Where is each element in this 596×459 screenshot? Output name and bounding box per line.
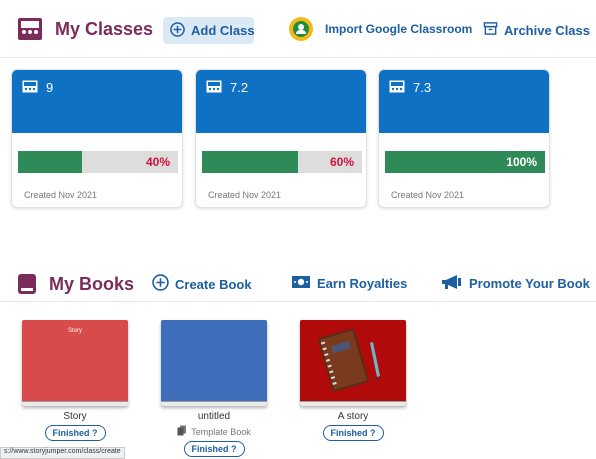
progress-bar: 100% (385, 151, 545, 173)
created-date: Created Nov 2021 (391, 190, 465, 200)
created-date: Created Nov 2021 (208, 190, 282, 200)
progress-bar: 40% (18, 151, 178, 173)
class-name: 7.2 (230, 80, 249, 95)
book-item[interactable]: Story Story Finished ? (20, 320, 130, 441)
class-icon (206, 80, 222, 96)
class-card-header: 9 (12, 70, 182, 133)
archive-class-label: Archive Class (504, 22, 590, 38)
finished-button[interactable]: Finished ? (322, 425, 384, 441)
my-classes-title: My Classes (17, 17, 153, 41)
my-books-title: My Books (17, 273, 134, 295)
book-item[interactable]: untitled Template Book Finished ? (159, 320, 269, 457)
class-card[interactable]: 7.2 60% Created Nov 2021 (195, 69, 367, 208)
finished-button[interactable]: Finished ? (44, 425, 106, 441)
book-title: A story (337, 411, 369, 422)
class-icon (389, 80, 405, 96)
class-card[interactable]: 9 40% Created Nov 2021 (11, 69, 183, 208)
notebook-illustration (317, 328, 380, 392)
promote-book-button[interactable]: Promote Your Book (441, 274, 590, 293)
cover-title: Story (67, 328, 82, 334)
archive-icon (483, 21, 498, 39)
classes-header: My Classes Add Class Import Google Class… (0, 0, 596, 58)
my-classes-label: My Classes (55, 18, 154, 39)
progress-bar: 60% (202, 151, 362, 173)
template-book-label: Template Book (191, 426, 251, 437)
import-google-label: Import Google Classroom (325, 22, 473, 36)
class-card-header: 7.2 (196, 70, 366, 133)
progress-percent: 40% (145, 155, 170, 169)
import-google-classroom-button[interactable]: Import Google Classroom (289, 17, 472, 41)
archive-class-button[interactable]: Archive Class (483, 21, 590, 39)
book-cover[interactable] (300, 320, 406, 406)
progress-fill (18, 151, 82, 173)
progress-percent: 100% (506, 155, 537, 169)
google-classroom-icon (289, 17, 313, 41)
class-name: 9 (46, 80, 54, 95)
money-icon (291, 274, 311, 293)
copy-icon (177, 425, 187, 438)
class-icon (22, 80, 38, 96)
book-cover[interactable] (161, 320, 267, 406)
plus-circle-icon (152, 274, 169, 294)
progress-fill (202, 151, 298, 173)
class-name: 7.3 (413, 80, 432, 95)
progress-percent: 60% (329, 155, 354, 169)
book-title: untitled (197, 411, 231, 422)
class-card-header: 7.3 (379, 70, 549, 133)
books-header: My Books Create Book Earn Royalties Prom… (0, 264, 596, 302)
earn-royalties-label: Earn Royalties (317, 276, 408, 291)
my-books-label: My Books (49, 273, 135, 294)
book-cover[interactable]: Story (22, 320, 128, 406)
add-class-button[interactable]: Add Class (163, 17, 255, 44)
promote-book-label: Promote Your Book (469, 276, 590, 291)
plus-circle-icon (170, 21, 185, 40)
megaphone-icon (441, 274, 463, 293)
book-item[interactable]: A story Finished ? (298, 320, 408, 441)
classroom-icon (17, 17, 43, 41)
finished-button[interactable]: Finished ? (183, 441, 245, 457)
add-class-label: Add Class (191, 23, 255, 38)
created-date: Created Nov 2021 (24, 190, 98, 200)
status-bar-url: s://www.storyjumper.com/class/create (0, 447, 125, 459)
book-title: Story (63, 411, 87, 422)
class-card[interactable]: 7.3 100% Created Nov 2021 (378, 69, 550, 208)
create-book-button[interactable]: Create Book (152, 274, 252, 294)
create-book-label: Create Book (175, 276, 252, 292)
template-book-indicator: Template Book (159, 425, 269, 438)
book-icon (17, 273, 37, 295)
earn-royalties-button[interactable]: Earn Royalties (291, 274, 407, 293)
